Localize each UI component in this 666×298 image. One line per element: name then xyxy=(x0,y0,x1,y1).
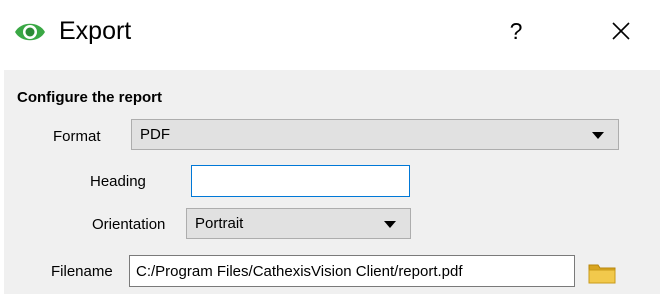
format-select[interactable]: PDF xyxy=(131,119,619,150)
heading-input[interactable] xyxy=(191,165,410,197)
dialog-content: Configure the report Format PDF Heading … xyxy=(0,66,666,298)
orientation-select[interactable]: Portrait xyxy=(186,208,411,239)
heading-label: Heading xyxy=(90,173,146,190)
title-bar: Export ? xyxy=(0,0,666,66)
section-title: Configure the report xyxy=(17,89,162,106)
chevron-down-icon xyxy=(592,131,604,139)
help-button[interactable]: ? xyxy=(505,15,527,47)
configure-panel: Configure the report Format PDF Heading … xyxy=(4,70,660,294)
format-label: Format xyxy=(53,128,101,145)
format-value: PDF xyxy=(140,126,170,143)
orientation-label: Orientation xyxy=(92,216,166,233)
filename-label: Filename xyxy=(51,263,113,280)
eye-icon xyxy=(15,23,45,41)
orientation-value: Portrait xyxy=(195,215,244,232)
filename-field[interactable]: C:/Program Files/CathexisVision Client/r… xyxy=(129,255,575,287)
chevron-down-icon xyxy=(384,220,396,228)
close-icon[interactable] xyxy=(606,16,636,46)
dialog-title: Export xyxy=(59,17,132,45)
export-dialog: Export ? Configure the report Format PDF… xyxy=(0,0,666,298)
folder-icon[interactable] xyxy=(587,260,617,286)
filename-value: C:/Program Files/CathexisVision Client/r… xyxy=(136,262,463,280)
